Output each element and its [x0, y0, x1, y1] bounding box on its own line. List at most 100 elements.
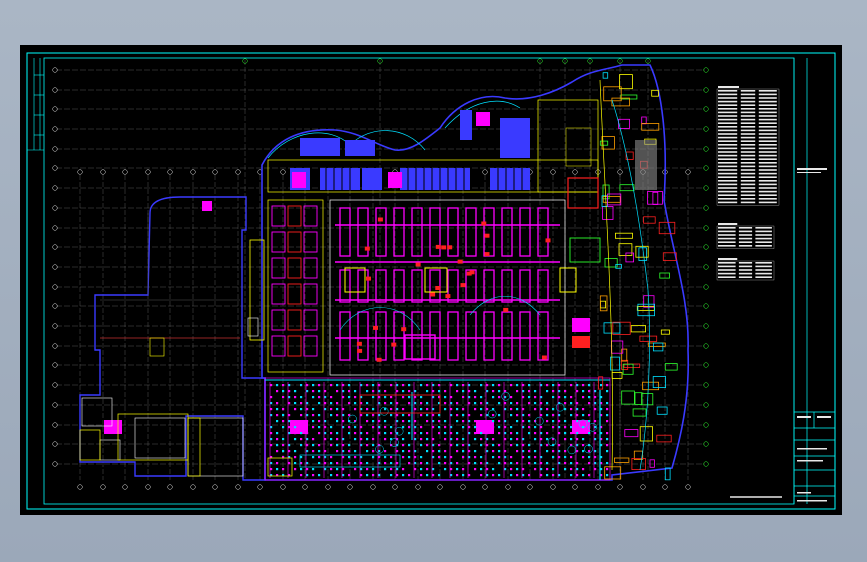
axis-bubble [370, 484, 376, 490]
sprinkler-head [444, 456, 447, 459]
equipment-tag [481, 221, 487, 226]
service-room [603, 86, 622, 102]
sprinkler-head [342, 390, 345, 393]
sprinkler-head [402, 414, 405, 417]
diffuser [567, 445, 577, 455]
sprinkler-head [426, 444, 429, 447]
service-room [642, 381, 659, 391]
sprinkler-head [528, 432, 531, 435]
axis-bubble [190, 169, 196, 175]
rack-row [501, 269, 513, 303]
sprinkler-head [306, 468, 309, 471]
sprinkler-head [450, 396, 453, 399]
sprinkler-head [282, 390, 285, 393]
sprinkler-head [576, 450, 579, 453]
sprinkler-head [312, 396, 315, 399]
service-room [598, 376, 604, 390]
legend-row [758, 111, 777, 114]
sprinkler-head [600, 384, 603, 387]
sprinkler-head [480, 402, 483, 405]
legend-row [718, 126, 738, 128]
sprinkler-head [576, 432, 579, 435]
sprinkler-head [558, 384, 561, 387]
equipment-tag [415, 262, 421, 267]
equipment-tag [401, 327, 407, 332]
sprinkler-head [360, 384, 363, 387]
sprinkler-head [546, 384, 549, 387]
sprinkler-head [336, 450, 339, 453]
sprinkler-head [384, 438, 387, 441]
sprinkler-head [390, 384, 393, 387]
sprinkler-head [270, 432, 273, 435]
sprinkler-head [528, 474, 531, 477]
sprinkler-head [492, 420, 495, 423]
sprinkler-head [606, 432, 609, 435]
sprinkler-head [282, 396, 285, 399]
sprinkler-head [606, 468, 609, 471]
legend-row [718, 162, 738, 164]
sprinkler-head [420, 456, 423, 459]
sprinkler-head [552, 456, 555, 459]
sprinkler-head [516, 450, 519, 453]
axis-bubble [235, 169, 241, 175]
legend-row [740, 104, 756, 106]
legend-row [758, 118, 777, 121]
sprinkler-head [480, 444, 483, 447]
legend-row [758, 169, 777, 171]
sprinkler-head [588, 474, 591, 477]
sprinkler-head [270, 462, 273, 465]
sprinkler-head [372, 408, 375, 411]
sprinkler-head [420, 408, 423, 411]
sprinkler-head [324, 438, 327, 441]
sprinkler-head [372, 450, 375, 453]
sprinkler-head [540, 444, 543, 447]
sprinkler-head [324, 420, 327, 423]
sprinkler-head [366, 450, 369, 453]
sprinkler-head [540, 456, 543, 459]
sprinkler-head [402, 426, 405, 429]
sprinkler-head [414, 468, 417, 471]
legend-row [718, 269, 736, 271]
utility-room [287, 231, 302, 253]
sprinkler-head [498, 402, 501, 405]
axis-bubble [437, 484, 443, 490]
sprinkler-head [462, 384, 465, 387]
sprinkler-head [402, 450, 405, 453]
sprinkler-head [432, 384, 435, 387]
axis-bubble [212, 484, 218, 490]
service-room [643, 216, 656, 224]
sprinkler-head [300, 384, 303, 387]
cad-viewport[interactable] [0, 0, 867, 562]
sprinkler-head [516, 414, 519, 417]
equipment-tag [445, 294, 451, 299]
sprinkler-head [456, 408, 459, 411]
sprinkler-head [336, 384, 339, 387]
equipment-tag [356, 341, 362, 346]
rack-row [483, 311, 495, 361]
sprinkler-head [414, 432, 417, 435]
sprinkler-head [510, 396, 513, 399]
sprinkler-head [576, 438, 579, 441]
sprinkler-head [324, 408, 327, 411]
sprinkler-head [570, 462, 573, 465]
sprinkler-head [342, 456, 345, 459]
legend-row [718, 158, 738, 160]
sprinkler-head [402, 438, 405, 441]
sprinkler-head [564, 468, 567, 471]
sprinkler-head [498, 426, 501, 429]
sprinkler-head [552, 384, 555, 387]
title-block [793, 58, 835, 504]
sprinkler-head [342, 438, 345, 441]
sprinkler-head [576, 474, 579, 477]
sprinkler-head [570, 438, 573, 441]
sprinkler-head [606, 420, 609, 423]
legend-row [758, 194, 777, 196]
legend-heading [718, 86, 739, 88]
sprinkler-head [294, 402, 297, 405]
service-room [656, 406, 668, 415]
sprinkler-head [480, 456, 483, 459]
sprinkler-head [336, 402, 339, 405]
left-wing-outline [79, 196, 266, 481]
sprinkler-head [390, 462, 393, 465]
rack-row [357, 269, 369, 303]
